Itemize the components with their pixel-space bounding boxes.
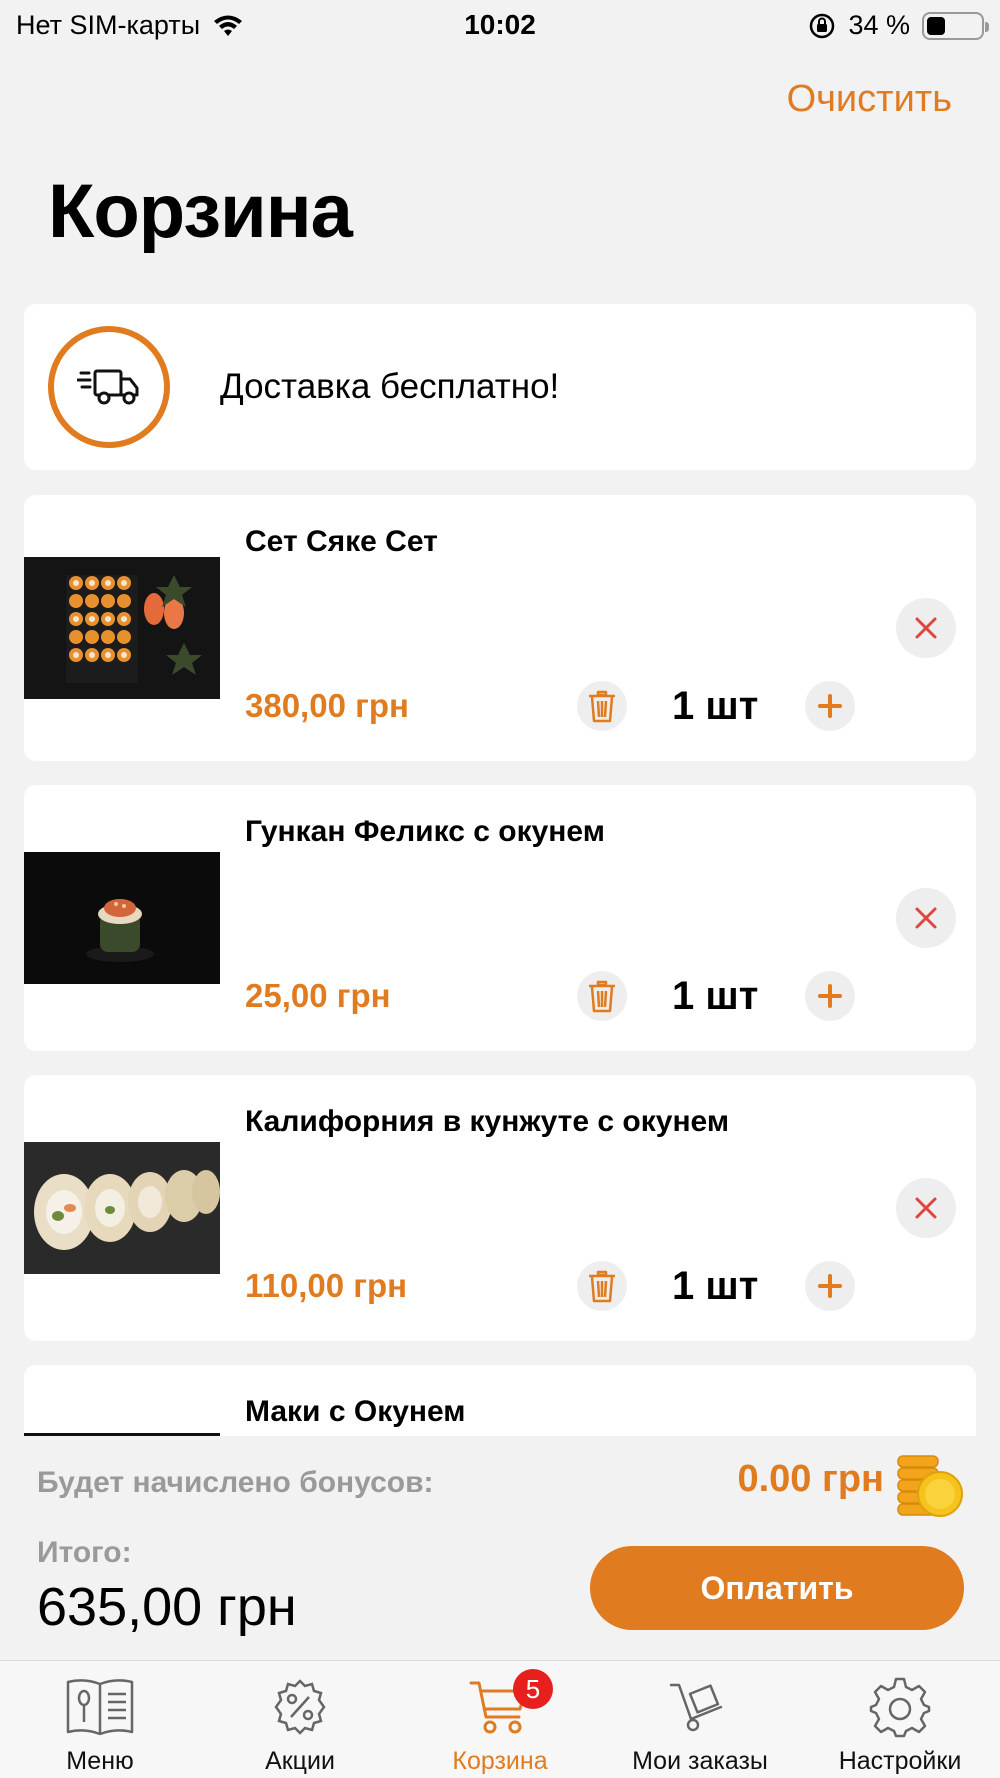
tab-my-orders[interactable]: Мои заказы <box>600 1661 800 1778</box>
cart-icon: 5 <box>469 1669 553 1739</box>
sushi-set-photo <box>24 557 220 699</box>
clear-cart-button[interactable]: Очистить <box>787 78 952 121</box>
cart-item: Гункан Феликс с окунем 25,00 грн 1 шт <box>24 785 976 1051</box>
percent-gear-icon <box>270 1675 330 1739</box>
tab-label: Меню <box>66 1747 134 1775</box>
cart-list[interactable]: Доставка бесплатно! Сет Сяке Сет 380,00 … <box>24 304 976 1436</box>
delivery-banner: Доставка бесплатно! <box>24 304 976 470</box>
bonus-label: Будет начислено бонусов: <box>37 1466 434 1499</box>
coins-icon <box>894 1450 964 1525</box>
status-right: 34 % <box>808 10 989 41</box>
tab-label: Корзина <box>452 1747 548 1775</box>
menu-book-icon <box>64 1675 136 1739</box>
cart-footer: Будет начислено бонусов: 0.00 грн Итого:… <box>0 1436 1000 1660</box>
tab-settings[interactable]: Настройки <box>800 1661 1000 1778</box>
increase-button[interactable] <box>805 971 855 1021</box>
plus-icon <box>818 984 842 1008</box>
delivery-truck-icon <box>48 326 170 448</box>
plus-icon <box>818 1274 842 1298</box>
close-icon <box>915 1197 937 1219</box>
tab-label: Мои заказы <box>632 1747 768 1775</box>
remove-item-button[interactable] <box>896 888 956 948</box>
decrease-button[interactable] <box>577 681 627 731</box>
cart-item: Маки с Окунем <box>24 1365 976 1436</box>
item-name: Гункан Феликс с окунем <box>245 815 605 848</box>
remove-item-button[interactable] <box>896 1178 956 1238</box>
close-icon <box>915 907 937 929</box>
item-price: 25,00 грн <box>245 977 391 1014</box>
increase-button[interactable] <box>805 681 855 731</box>
status-bar: Нет SIM-карты 10:02 34 % <box>0 0 1000 50</box>
item-quantity: 1 шт <box>672 974 759 1018</box>
tab-cart[interactable]: 5 Корзина <box>400 1661 600 1778</box>
plus-icon <box>818 694 842 718</box>
item-quantity: 1 шт <box>672 684 759 728</box>
item-price: 380,00 грн <box>245 687 409 724</box>
delivery-text: Доставка бесплатно! <box>220 367 560 406</box>
close-icon <box>915 617 937 639</box>
cart-item: Калифорния в кунжуте с окунем 110,00 грн… <box>24 1075 976 1341</box>
item-name: Маки с Окунем <box>245 1395 466 1428</box>
total-label: Итого: <box>37 1536 132 1569</box>
battery-icon <box>922 11 989 40</box>
item-name: Сет Сяке Сет <box>245 525 438 558</box>
tab-menu[interactable]: Меню <box>0 1661 200 1778</box>
item-name: Калифорния в кунжуте с окунем <box>245 1105 730 1138</box>
tab-label: Акции <box>265 1747 335 1775</box>
battery-percent: 34 % <box>848 10 910 40</box>
gunkan-photo <box>24 852 220 984</box>
decrease-button[interactable] <box>577 1261 627 1311</box>
hand-truck-icon <box>669 1675 731 1739</box>
increase-button[interactable] <box>805 1261 855 1311</box>
orientation-lock-icon <box>810 13 835 38</box>
item-quantity: 1 шт <box>672 1264 759 1308</box>
trash-icon <box>589 690 615 723</box>
tab-label: Настройки <box>838 1747 962 1775</box>
page-title: Корзина <box>48 169 353 254</box>
item-price: 110,00 грн <box>245 1267 408 1304</box>
total-value: 635,00 грн <box>37 1577 297 1637</box>
bonus-value: 0.00 грн <box>737 1458 884 1500</box>
tab-promotions[interactable]: Акции <box>200 1661 400 1778</box>
california-roll-photo <box>24 1142 220 1274</box>
remove-item-button[interactable] <box>896 598 956 658</box>
tab-bar: Меню Акции 5 Корзина Мои заказы Настройк… <box>0 1660 1000 1778</box>
trash-icon <box>589 980 615 1013</box>
decrease-button[interactable] <box>577 971 627 1021</box>
cart-badge: 5 <box>513 1669 553 1709</box>
gear-icon <box>869 1675 931 1739</box>
trash-icon <box>589 1270 615 1303</box>
cart-item: Сет Сяке Сет 380,00 грн 1 шт <box>24 495 976 761</box>
pay-button[interactable]: Оплатить <box>590 1546 964 1630</box>
battery-fill <box>927 16 945 35</box>
